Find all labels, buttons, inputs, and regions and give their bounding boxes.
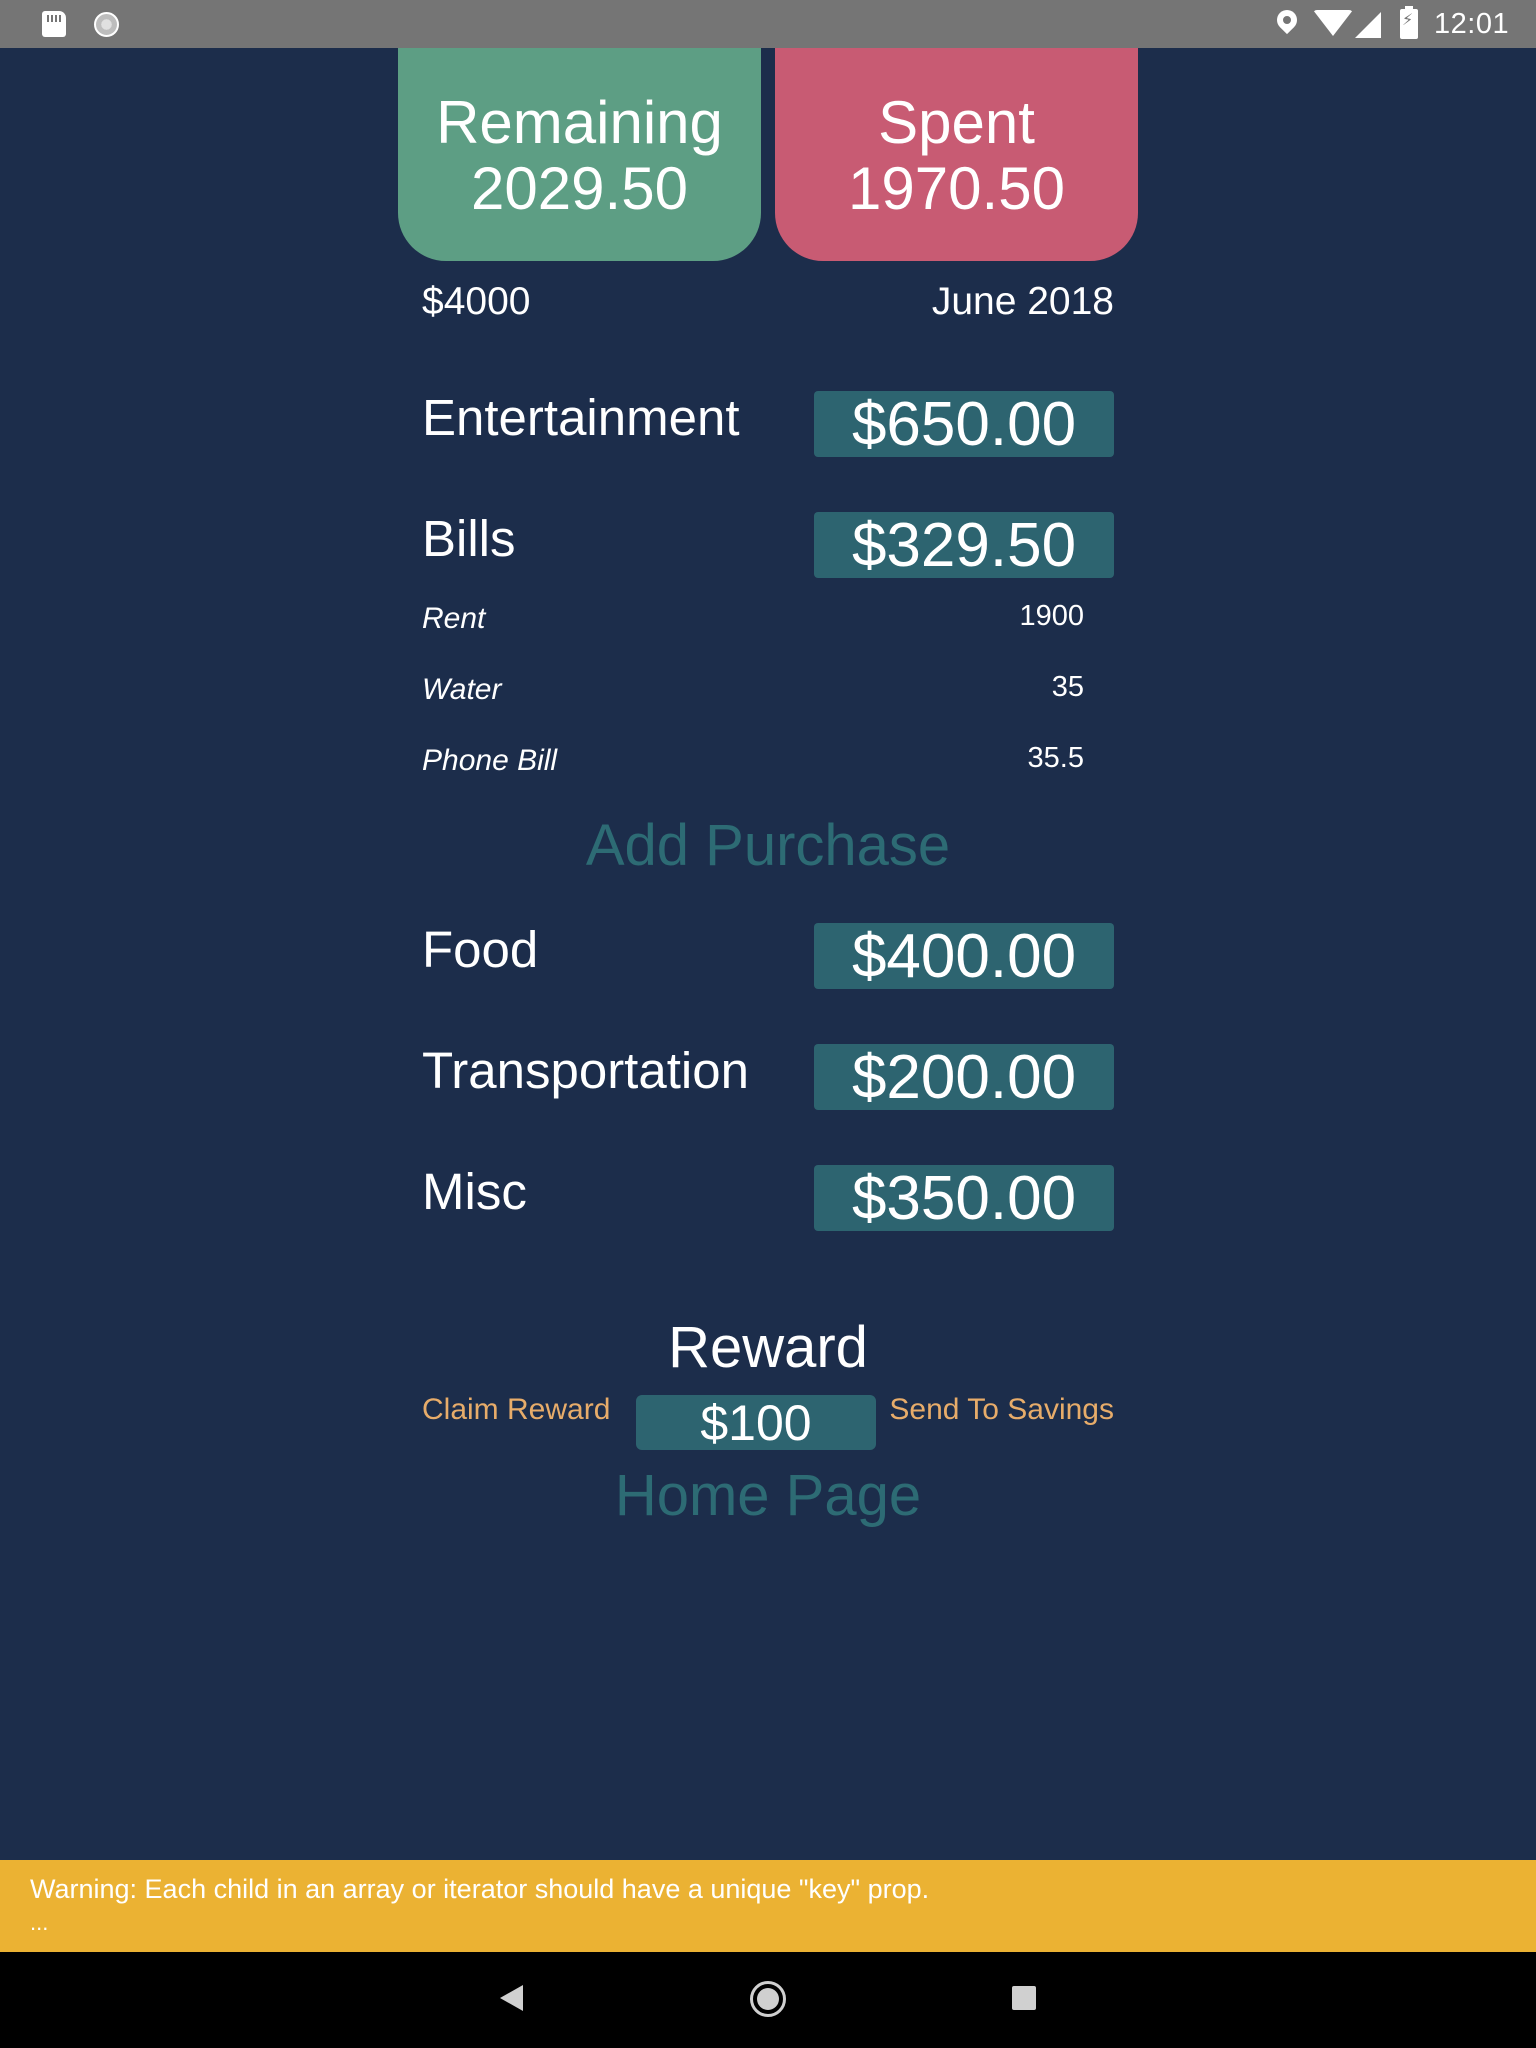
category-label-misc: Misc: [422, 1163, 527, 1220]
category-value-bills[interactable]: $329.50: [814, 512, 1114, 580]
reward-title: Reward: [668, 1315, 868, 1380]
remaining-label: Remaining: [436, 89, 723, 156]
spent-label: Spent: [878, 89, 1035, 156]
add-purchase-link[interactable]: Add Purchase: [0, 812, 1536, 879]
category-value-transportation[interactable]: $200.00: [814, 1044, 1114, 1112]
category-value-food[interactable]: $400.00: [814, 923, 1114, 991]
bill-item-name: Water: [422, 673, 502, 706]
bill-item-value: 1900: [1019, 600, 1084, 632]
warning-ellipsis: ...: [30, 1910, 49, 1935]
warning-text: Warning: Each child in an array or itera…: [30, 1874, 930, 1904]
sd-card-icon: [42, 11, 66, 37]
status-bar: 12:01: [0, 0, 1536, 48]
status-time: 12:01: [1434, 8, 1510, 40]
location-icon: [1272, 5, 1302, 35]
reward-value: $100: [636, 1395, 876, 1451]
category-value-entertainment[interactable]: $650.00: [814, 391, 1114, 459]
category-label-food: Food: [422, 921, 539, 978]
home-page-link[interactable]: Home Page: [0, 1462, 1536, 1529]
remaining-card: Remaining 2029.50: [398, 48, 761, 261]
spent-card: Spent 1970.50: [775, 48, 1138, 261]
wifi-icon: [1313, 10, 1353, 36]
bill-item-value: 35: [1051, 671, 1084, 703]
signal-icon: [1355, 12, 1381, 38]
bill-item-value: 35.5: [1027, 742, 1084, 774]
budget-amount: $4000: [422, 280, 531, 323]
home-icon[interactable]: [750, 1981, 786, 2017]
sync-icon: [94, 12, 119, 37]
remaining-value: 2029.50: [471, 155, 688, 222]
send-to-savings-button[interactable]: Send To Savings: [889, 1393, 1114, 1427]
bill-item-name: Rent: [422, 602, 486, 635]
spent-value: 1970.50: [848, 155, 1065, 222]
warning-banner[interactable]: Warning: Each child in an array or itera…: [0, 1860, 1536, 1952]
back-icon[interactable]: [500, 1985, 523, 2011]
category-label-entertainment: Entertainment: [422, 389, 740, 446]
budget-month: June 2018: [931, 280, 1114, 323]
battery-charging-icon: [1400, 6, 1418, 39]
category-label-transportation: Transportation: [422, 1042, 749, 1099]
navigation-bar: [0, 1952, 1536, 2048]
category-value-misc[interactable]: $350.00: [814, 1165, 1114, 1233]
recent-apps-icon[interactable]: [1012, 1986, 1036, 2010]
claim-reward-button[interactable]: Claim Reward: [422, 1393, 610, 1427]
bill-item-name: Phone Bill: [422, 744, 558, 777]
category-label-bills: Bills: [422, 510, 516, 567]
